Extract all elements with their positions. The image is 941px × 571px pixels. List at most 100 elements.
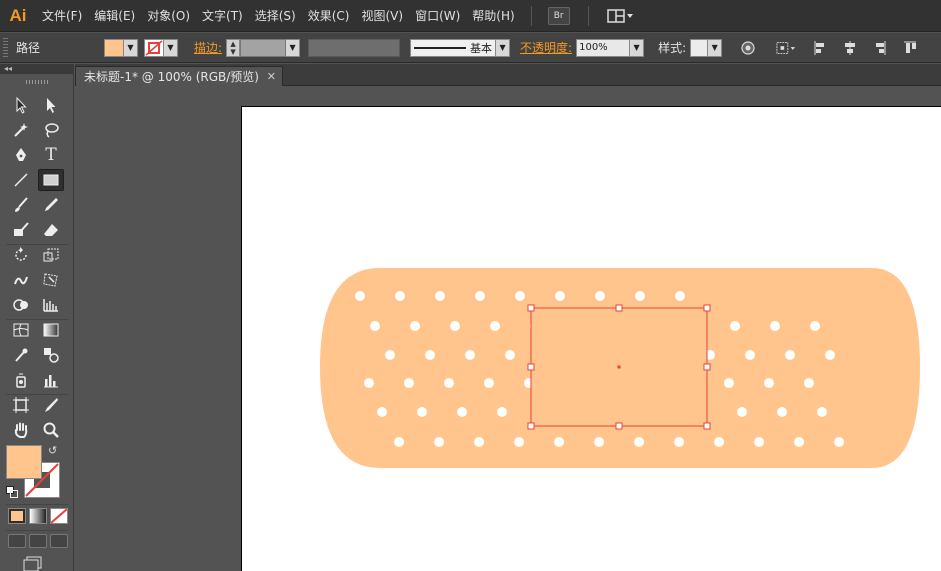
selection-handle[interactable] (527, 304, 535, 312)
menu-object[interactable]: 对象(O) (141, 0, 196, 32)
stroke-panel-link[interactable]: 描边: (194, 39, 222, 56)
mesh-tool[interactable] (8, 319, 34, 341)
paintbrush-tool[interactable] (8, 194, 34, 216)
none-mode-button[interactable] (50, 508, 68, 524)
fill-color-swatch[interactable] (6, 445, 42, 479)
opacity-input[interactable]: 100% (576, 38, 631, 57)
blend-tool[interactable] (38, 344, 64, 366)
bandage-hole (777, 407, 787, 417)
magic-wand-tool[interactable] (8, 119, 34, 141)
canvas-area[interactable] (75, 87, 941, 571)
document-tab[interactable]: 未标题-1* @ 100% (RGB/预览) ✕ (75, 66, 283, 86)
zoom-tool[interactable] (38, 419, 64, 441)
swap-fill-stroke-icon[interactable]: ↺ (48, 444, 57, 457)
bandage-hole (514, 437, 524, 447)
selection-handle[interactable] (703, 304, 711, 312)
free-transform-tool[interactable] (38, 269, 64, 291)
screen-mode-button[interactable] (22, 556, 46, 571)
rotate-tool[interactable] (8, 244, 34, 266)
selection-handle[interactable] (615, 422, 623, 430)
bandage-hole (417, 407, 427, 417)
menu-type[interactable]: 文字(T) (196, 0, 249, 32)
tools-panel-grip[interactable] (26, 80, 48, 84)
gradient-tool[interactable] (38, 319, 64, 341)
shape-builder-tool[interactable] (8, 294, 34, 316)
direct-selection-tool[interactable] (38, 94, 64, 116)
style-label: 样式: (658, 41, 687, 55)
draw-normal-button[interactable] (8, 534, 26, 548)
symbol-sprayer-icon (16, 373, 26, 388)
default-fill-stroke-icon[interactable] (6, 486, 18, 498)
opacity-dropdown[interactable]: ▼ (630, 38, 645, 57)
hand-tool[interactable] (8, 419, 34, 441)
gradient-icon (43, 323, 59, 337)
selection-handle[interactable] (703, 422, 711, 430)
rectangle-tool[interactable] (38, 169, 64, 191)
transform-grid-icon[interactable] (776, 38, 796, 58)
tools-panel-header[interactable]: ◂◂ (0, 64, 74, 74)
menu-separator (587, 5, 589, 26)
stroke-weight-stepper[interactable]: ▲ ▼ (226, 38, 241, 57)
symbol-sprayer-tool[interactable] (8, 369, 34, 391)
bandage-hole (450, 321, 460, 331)
draw-behind-button[interactable] (29, 534, 47, 548)
pencil-tool[interactable] (38, 194, 64, 216)
bandage-hole (465, 350, 475, 360)
selection-tool[interactable] (8, 94, 34, 116)
arrange-documents-button[interactable] (606, 8, 635, 24)
brush-definition-dropdown[interactable]: 基本 (410, 38, 497, 57)
warp-tool[interactable] (8, 269, 34, 291)
color-mode-button[interactable] (8, 508, 26, 524)
menu-window[interactable]: 窗口(W) (409, 0, 466, 32)
stroke-color-dropdown[interactable]: ▼ (144, 38, 178, 57)
blob-brush-tool[interactable] (8, 219, 34, 241)
menu-view[interactable]: 视图(V) (355, 0, 409, 32)
recolor-artwork-icon[interactable] (738, 38, 758, 58)
chevron-down-icon[interactable]: ▼ (496, 38, 511, 57)
bridge-button[interactable]: Br (547, 6, 570, 25)
shape-builder-icon (13, 299, 28, 311)
scale-tool[interactable] (38, 244, 64, 266)
align-right-icon[interactable] (870, 38, 890, 58)
artboard[interactable] (241, 106, 941, 571)
perspective-grid-tool[interactable] (38, 294, 64, 316)
line-segment-tool[interactable] (8, 169, 34, 191)
pen-tool[interactable] (8, 144, 34, 166)
variable-width-dropdown[interactable] (308, 38, 401, 57)
fill-color-dropdown[interactable]: ▼ (104, 38, 138, 57)
lasso-tool[interactable] (38, 119, 64, 141)
menu-select[interactable]: 选择(S) (249, 0, 302, 32)
stroke-weight-field[interactable] (240, 38, 287, 57)
stroke-weight-dropdown[interactable]: ▼ (286, 38, 301, 57)
selection-handle[interactable] (527, 422, 535, 430)
menu-effect[interactable]: 效果(C) (302, 0, 356, 32)
chevron-down-icon[interactable]: ▼ (708, 38, 723, 57)
brush-definition-label: 基本 (470, 41, 493, 55)
opacity-panel-link[interactable]: 不透明度: (520, 39, 572, 56)
menu-edit[interactable]: 编辑(E) (88, 0, 141, 32)
eraser-tool[interactable] (38, 219, 64, 241)
control-bar-grip[interactable] (3, 37, 8, 58)
align-left-icon[interactable] (810, 38, 830, 58)
column-graph-tool[interactable] (38, 369, 64, 391)
gradient-mode-button[interactable] (29, 508, 47, 524)
bandage-hole (497, 407, 507, 417)
menu-file[interactable]: 文件(F) (36, 0, 88, 32)
stroke-line-preview (414, 46, 467, 49)
draw-inside-button[interactable] (50, 534, 68, 548)
type-tool[interactable]: T (38, 144, 64, 166)
eraser-icon (44, 224, 58, 236)
graphic-style-swatch[interactable] (690, 38, 709, 57)
eyedropper-tool[interactable] (8, 344, 34, 366)
align-top-icon[interactable] (900, 38, 920, 58)
artboard-tool[interactable] (8, 394, 34, 416)
slice-tool[interactable] (38, 394, 64, 416)
close-icon[interactable]: ✕ (267, 70, 276, 83)
line-segment-icon (14, 173, 28, 187)
tools-panel: T ↺ (0, 74, 74, 571)
align-center-icon[interactable] (840, 38, 860, 58)
selection-handle[interactable] (527, 363, 535, 371)
menu-help[interactable]: 帮助(H) (466, 0, 520, 32)
selection-handle[interactable] (615, 304, 623, 312)
selection-handle[interactable] (703, 363, 711, 371)
